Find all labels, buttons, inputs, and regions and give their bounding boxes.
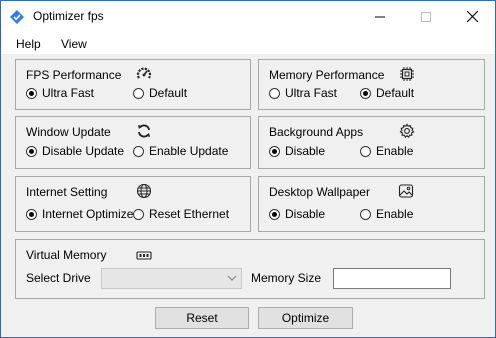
- fps-performance-group: FPS Performance Ultra Fast Default: [15, 59, 251, 110]
- fps-ultra-fast-dot: [26, 87, 37, 99]
- memory-ultra-fast-label: Ultra Fast: [285, 86, 338, 100]
- reset-ethernet-dot: [133, 208, 144, 220]
- background-apps-title: Background Apps: [269, 125, 364, 139]
- fps-ultra-fast-radio[interactable]: Ultra Fast: [26, 86, 94, 100]
- app-logo-icon: [10, 10, 24, 24]
- internet-optimize-radio[interactable]: Internet Optimize: [26, 207, 133, 221]
- wallpaper-enable-label: Enable: [376, 207, 414, 221]
- menu-bar: Help View: [1, 32, 495, 54]
- update-enable-dot: [133, 145, 144, 157]
- app-window: Optimizer fps Help View FPS Performance …: [0, 0, 496, 338]
- reset-ethernet-label: Reset Ethernet: [149, 207, 230, 221]
- chip-icon: [400, 67, 414, 81]
- update-enable-label: Enable Update: [149, 144, 229, 158]
- memory-performance-title: Memory Performance: [269, 68, 385, 82]
- minimize-button[interactable]: [357, 1, 403, 32]
- update-disable-label: Disable Update: [42, 144, 125, 158]
- bgapps-enable-dot: [360, 145, 371, 157]
- update-disable-radio[interactable]: Disable Update: [26, 144, 124, 158]
- bgapps-disable-label: Disable: [285, 144, 326, 158]
- bgapps-disable-radio[interactable]: Disable: [269, 144, 325, 158]
- fps-performance-title: FPS Performance: [26, 68, 122, 82]
- desktop-wallpaper-group: Desktop Wallpaper Disable Enable: [258, 176, 485, 232]
- fps-default-radio[interactable]: Default: [133, 86, 187, 100]
- wallpaper-enable-radio[interactable]: Enable: [360, 207, 413, 221]
- refresh-icon: [138, 124, 150, 138]
- image-icon: [398, 184, 414, 198]
- bgapps-enable-label: Enable: [376, 144, 414, 158]
- chevron-down-icon: [227, 275, 237, 281]
- menu-view[interactable]: View: [61, 37, 87, 51]
- fps-default-label: Default: [149, 86, 188, 100]
- memory-size-input[interactable]: [333, 268, 451, 289]
- memory-default-radio[interactable]: Default: [360, 86, 414, 100]
- wallpaper-enable-dot: [360, 208, 371, 220]
- window-title: Optimizer fps: [33, 9, 104, 23]
- select-drive-label: Select Drive: [26, 271, 91, 285]
- memory-ultra-fast-dot: [269, 87, 280, 99]
- virtual-memory-title: Virtual Memory: [26, 248, 107, 262]
- maximize-button[interactable]: [403, 1, 449, 32]
- internet-optimize-dot: [26, 208, 37, 220]
- background-apps-group: Background Apps Disable Enable: [258, 116, 485, 169]
- globe-icon: [136, 183, 152, 199]
- close-icon: [466, 11, 478, 22]
- wallpaper-disable-label: Disable: [285, 207, 326, 221]
- internet-setting-title: Internet Setting: [26, 185, 108, 199]
- speedometer-icon: [136, 67, 152, 79]
- internet-setting-group: Internet Setting Internet Optimize Reset…: [15, 176, 251, 232]
- fps-default-dot: [133, 87, 144, 99]
- virtual-memory-group: Virtual Memory Select Drive Memory Size: [15, 239, 485, 299]
- update-disable-dot: [26, 145, 37, 157]
- reset-button[interactable]: Reset: [155, 307, 249, 329]
- wallpaper-disable-dot: [269, 208, 280, 220]
- menu-help[interactable]: Help: [16, 37, 41, 51]
- gear-icon: [399, 123, 415, 138]
- ram-icon: [136, 251, 152, 260]
- update-enable-radio[interactable]: Enable Update: [133, 144, 228, 158]
- close-button[interactable]: [449, 1, 495, 32]
- memory-default-label: Default: [376, 86, 415, 100]
- title-bar: Optimizer fps: [1, 1, 495, 32]
- maximize-icon: [421, 11, 431, 22]
- reset-ethernet-radio[interactable]: Reset Ethernet: [133, 207, 229, 221]
- window-update-group: Window Update Disable Update Enable Upda…: [15, 116, 251, 169]
- minimize-icon: [375, 16, 385, 17]
- bgapps-enable-radio[interactable]: Enable: [360, 144, 413, 158]
- bgapps-disable-dot: [269, 145, 280, 157]
- wallpaper-disable-radio[interactable]: Disable: [269, 207, 325, 221]
- optimize-button[interactable]: Optimize: [258, 307, 353, 329]
- fps-ultra-fast-label: Ultra Fast: [42, 86, 95, 100]
- memory-default-dot: [360, 87, 371, 99]
- internet-optimize-label: Internet Optimize: [42, 207, 134, 221]
- memory-performance-group: Memory Performance Ultra Fast Default: [258, 59, 485, 110]
- drive-select[interactable]: [101, 268, 242, 289]
- window-update-title: Window Update: [26, 125, 111, 139]
- desktop-wallpaper-title: Desktop Wallpaper: [269, 185, 370, 199]
- memory-size-label: Memory Size: [251, 271, 322, 285]
- memory-ultra-fast-radio[interactable]: Ultra Fast: [269, 86, 337, 100]
